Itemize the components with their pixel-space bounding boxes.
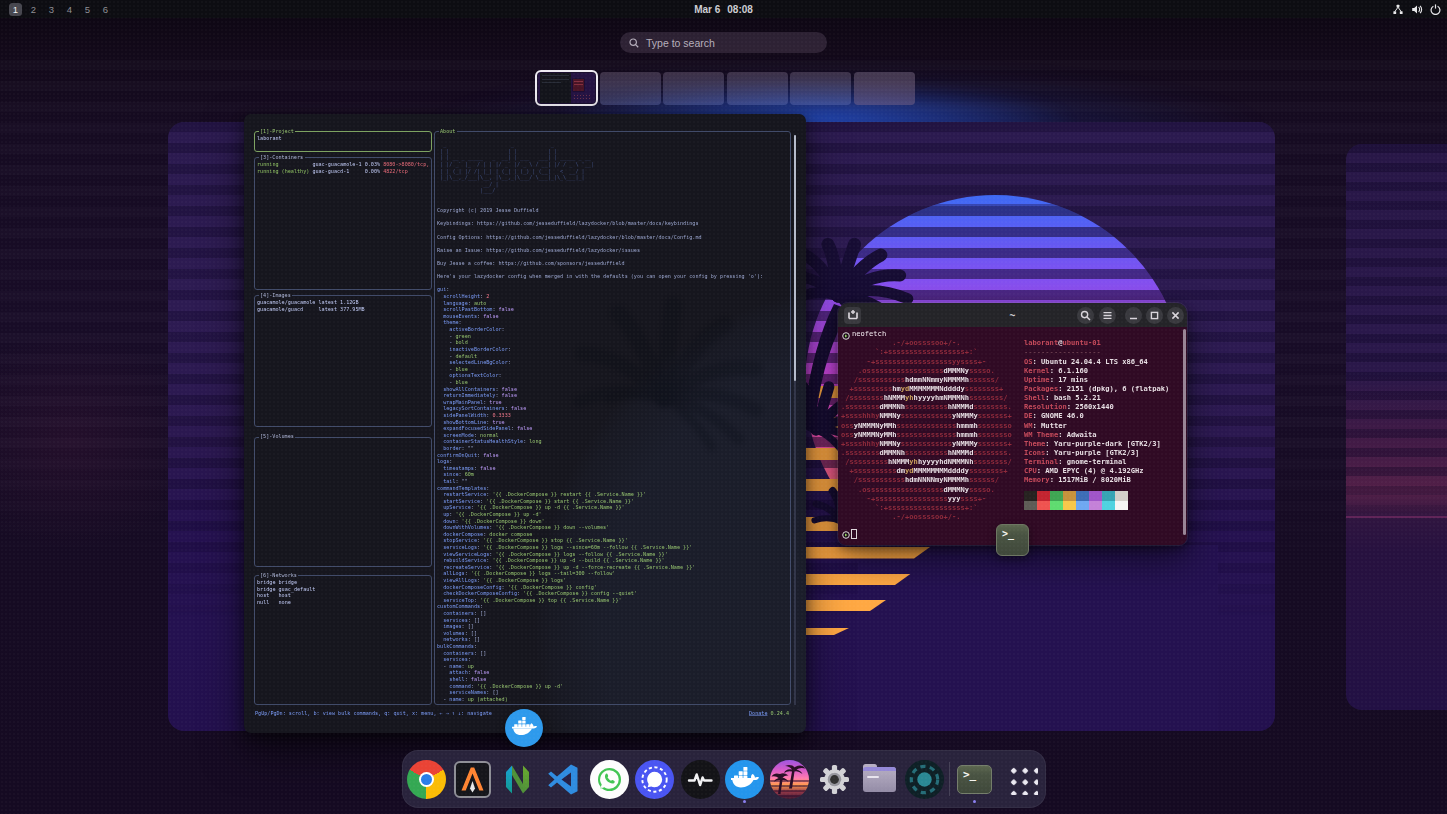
dock: >_	[402, 750, 1046, 808]
thumbnail-content	[538, 73, 595, 104]
menu-icon[interactable]	[1099, 307, 1116, 324]
dock-item-docker[interactable]	[725, 760, 764, 799]
dock-item-remmina[interactable]	[905, 760, 944, 799]
dock-item-files[interactable]	[860, 760, 899, 799]
dock-item-alacritty[interactable]	[453, 760, 492, 799]
power-icon	[1430, 4, 1441, 15]
dock-separator	[949, 762, 950, 796]
wallpaper-scanlines	[1346, 144, 1447, 710]
panel-volumes[interactable]	[254, 437, 432, 567]
clock-time: 08:08	[727, 4, 753, 15]
running-indicator	[743, 800, 747, 804]
mini-wallpaper-dots	[573, 94, 590, 101]
docker-whale-icon	[505, 709, 543, 747]
dock-item-wallpaper[interactable]	[770, 760, 809, 799]
workspace-thumbnail-6[interactable]	[854, 72, 915, 106]
running-indicator	[973, 800, 977, 804]
terminal-color-palette	[1024, 491, 1128, 510]
dock-item-chrome[interactable]	[407, 760, 446, 799]
volume-icon	[1411, 4, 1423, 15]
terminal-headerbar[interactable]: ~	[838, 303, 1187, 327]
dock-item-vscode[interactable]	[544, 760, 583, 799]
maximize-icon[interactable]	[1146, 307, 1163, 324]
system-tray[interactable]	[1392, 0, 1441, 18]
search-icon	[629, 38, 639, 48]
scrollbar[interactable]	[794, 135, 797, 381]
workspace-thumbnail-4[interactable]	[727, 72, 788, 106]
scrollbar[interactable]	[1183, 329, 1186, 535]
clock[interactable]: Mar 6 08:08	[0, 0, 1447, 18]
workspace-thumbnail-3[interactable]	[663, 72, 724, 106]
network-icon	[1392, 4, 1404, 15]
dock-item-app-grid[interactable]	[1003, 760, 1042, 799]
terminal-body[interactable]: neofetch .-/+oossssoo+/-. `:+sssssssssss…	[838, 327, 1187, 545]
dock-item-pulse[interactable]	[681, 760, 720, 799]
search-placeholder: Type to search	[646, 37, 715, 49]
mini-lazydocker-window	[540, 73, 571, 104]
neofetch-ubuntu-logo: .-/+oossssoo+/-. `:+ssssssssssssssssss+:…	[841, 338, 1012, 521]
workspace-thumbnail-1[interactable]	[535, 70, 598, 107]
mini-terminal-window	[573, 79, 584, 91]
neofetch-system-info: laborant@ubuntu-01 ------------------ OS…	[1024, 338, 1169, 484]
workspace-thumbnail-2[interactable]	[600, 72, 661, 106]
terminal-icon: >_	[996, 524, 1029, 556]
dock-item-neovim[interactable]	[498, 760, 537, 799]
search-icon[interactable]	[1077, 307, 1094, 324]
terminal-command-line: neofetch	[852, 329, 886, 338]
clock-date: Mar 6	[694, 4, 720, 15]
panel-containers[interactable]	[254, 157, 432, 290]
donate-link: Donate	[749, 710, 767, 716]
search-bar[interactable]: Type to search	[620, 32, 827, 53]
dock-item-signal[interactable]	[635, 760, 674, 799]
terminal-cursor	[851, 529, 857, 539]
wallpaper-horizon-line	[1346, 516, 1447, 518]
prompt-icon	[842, 531, 850, 539]
panel-images[interactable]	[254, 295, 432, 427]
workspace-preview-2[interactable]	[1346, 144, 1447, 710]
gnome-terminal-window[interactable]: ~ neofetch .-/+oossssoo+/-. `:+sssssssss…	[838, 303, 1187, 545]
top-bar: 123456 Mar 608:08	[0, 0, 1447, 18]
status-keybindings: PgUp/PgDn: scroll, b: view bulk commands…	[255, 710, 492, 716]
workspace-thumbnail-5[interactable]	[790, 72, 851, 106]
dock-item-settings[interactable]	[815, 760, 854, 799]
lazydocker-window[interactable]: [1]-Projectlaborant[3]-Containersrunning…	[244, 114, 806, 733]
dock-item-whatsapp[interactable]	[590, 760, 629, 799]
close-icon[interactable]	[1167, 307, 1184, 324]
minimize-icon[interactable]	[1125, 307, 1142, 324]
dock-item-terminal[interactable]: >_	[955, 760, 994, 799]
